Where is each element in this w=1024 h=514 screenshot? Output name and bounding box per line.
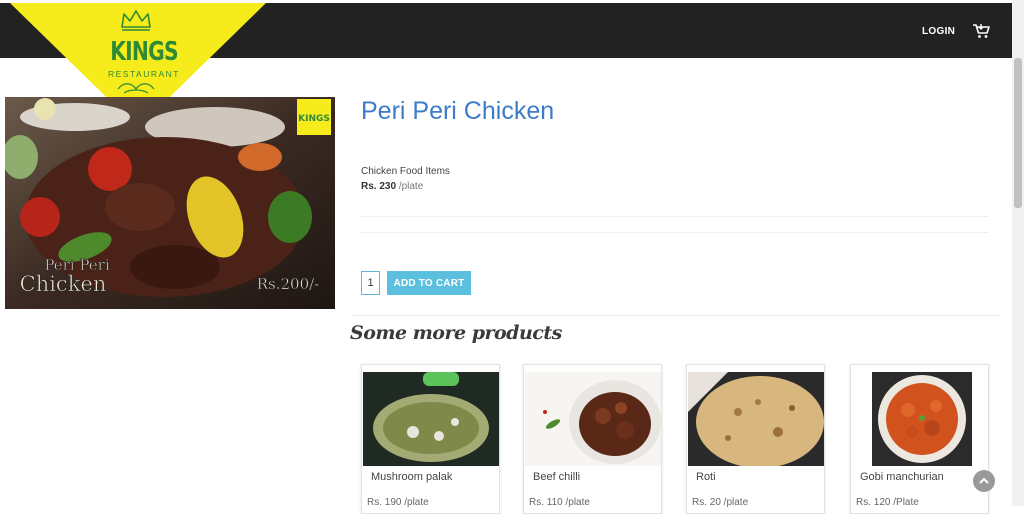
divider: [361, 216, 989, 217]
price-unit: /plate: [398, 181, 424, 192]
product-card-name[interactable]: Beef chilli: [533, 471, 580, 483]
product-card-roti[interactable]: Roti Rs. 20 /plate: [686, 364, 825, 514]
product-card-mushroom-palak[interactable]: Mushroom palak Rs. 190 /plate: [361, 364, 500, 514]
brand-name: KINGS: [110, 37, 178, 67]
svg-text:Chicken: Chicken: [20, 272, 107, 296]
cart-icon[interactable]: [971, 21, 991, 41]
product-card-name[interactable]: Gobi manchurian: [860, 471, 944, 483]
brand-subtitle: RESTAURANT: [108, 69, 180, 79]
product-price: Rs. 230 /plate: [361, 181, 423, 192]
more-products-heading: Some more products: [350, 322, 562, 344]
product-card-price: Rs. 20 /plate: [692, 497, 749, 508]
login-link[interactable]: LOGIN: [922, 26, 955, 37]
product-thumbnail[interactable]: [688, 372, 824, 466]
product-card-name[interactable]: Mushroom palak: [371, 471, 452, 483]
svg-text:KINGS: KINGS: [298, 114, 330, 124]
product-image: KINGS Peri Peri Chicken Rs.200/-: [5, 97, 335, 309]
product-thumbnail[interactable]: [363, 372, 499, 466]
chevron-up-icon: [979, 477, 989, 484]
svg-text:Rs.200/-: Rs.200/-: [257, 275, 320, 293]
scrollbar-thumb[interactable]: [1014, 58, 1022, 208]
product-category: Chicken Food Items: [361, 166, 450, 177]
product-card-price: Rs. 110 /plate: [529, 497, 590, 508]
product-title: Peri Peri Chicken: [361, 97, 555, 125]
product-card-price: Rs. 190 /plate: [367, 497, 429, 508]
product-thumbnail[interactable]: [852, 372, 988, 466]
divider: [361, 232, 989, 233]
product-card-name[interactable]: Roti: [696, 471, 716, 483]
page-scrollbar[interactable]: [1012, 0, 1024, 506]
quantity-input[interactable]: 1: [361, 271, 380, 295]
product-card-beef-chilli[interactable]: Beef chilli Rs. 110 /plate: [523, 364, 662, 514]
product-thumbnail[interactable]: [525, 372, 661, 466]
product-card-gobi-manchurian[interactable]: Gobi manchurian Rs. 120 /Plate: [850, 364, 989, 514]
product-card-price: Rs. 120 /Plate: [856, 497, 919, 508]
price-value: Rs. 230: [361, 181, 397, 192]
section-divider: [351, 315, 1001, 316]
add-to-cart-button[interactable]: ADD TO CART: [387, 271, 471, 295]
back-to-top-button[interactable]: [973, 470, 995, 492]
